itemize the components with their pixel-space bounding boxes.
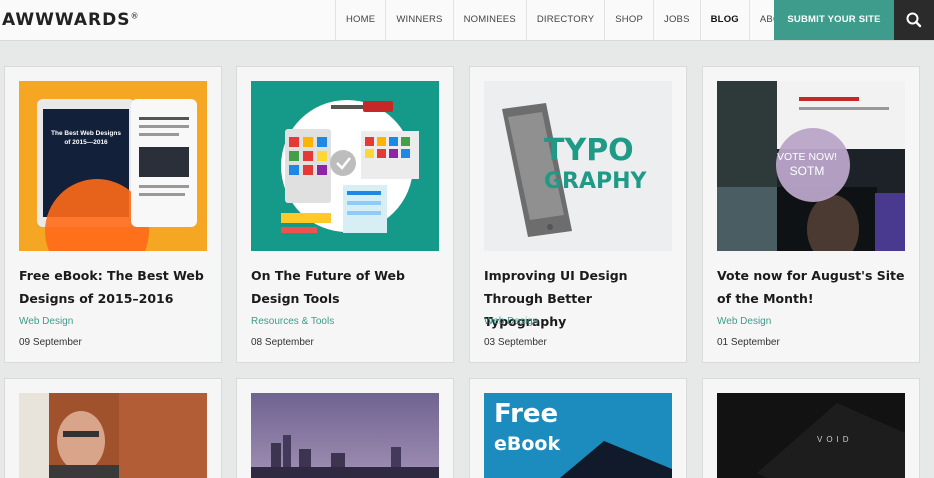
post-category[interactable]: Web Design	[19, 316, 73, 327]
void-thumbnail[interactable]: VOID	[717, 393, 905, 478]
post-date: 01 September	[717, 337, 780, 348]
blog-card[interactable]: On The Future of Web Design Tools Resour…	[236, 66, 454, 363]
design-tools-illustration	[281, 100, 419, 233]
design-tools-thumbnail[interactable]	[251, 81, 439, 251]
nav-directory[interactable]: DIRECTORY	[525, 0, 604, 40]
free-ebook-thumbnail[interactable]: Free eBook	[484, 393, 672, 478]
blog-card[interactable]: Free eBook	[469, 378, 687, 478]
post-title[interactable]: Free eBook: The Best Web Designs of 2015…	[19, 264, 211, 310]
nav-winners[interactable]: WINNERS	[385, 0, 452, 40]
submit-your-site-button[interactable]: SUBMIT YOUR SITE	[774, 0, 894, 40]
post-title[interactable]: Vote now for August's Site of the Month!	[717, 264, 909, 310]
post-category[interactable]: Resources & Tools	[251, 316, 334, 327]
nav-blog[interactable]: BLOG	[699, 0, 749, 40]
portrait-thumbnail[interactable]	[19, 393, 207, 478]
void-label: VOID	[817, 435, 853, 444]
blog-card[interactable]: VOTE NOW! SOTM Vote now for August's Sit…	[702, 66, 920, 363]
tablet-ebook-illustration	[37, 99, 197, 251]
void-dark-illustration	[757, 403, 905, 478]
city-night-thumbnail[interactable]	[251, 393, 439, 478]
post-category[interactable]: Web Design	[717, 316, 771, 327]
typography-thumbnail[interactable]: TYPO GRAPHY	[484, 81, 672, 251]
blog-card[interactable]: The Best Web Designs of 2015—2016 Free e…	[4, 66, 222, 363]
ebook-cover-title: The Best Web Designs of 2015—2016	[51, 130, 121, 146]
ebook-label: eBook	[494, 433, 561, 455]
top-navigation-bar: AWWWARDS® HOME WINNERS NOMINEES DIRECTOR…	[0, 0, 934, 41]
post-date: 03 September	[484, 337, 547, 348]
nav-home[interactable]: HOME	[335, 0, 385, 40]
post-category[interactable]: Web Design	[484, 316, 538, 327]
ebook-thumbnail[interactable]: The Best Web Designs of 2015—2016	[19, 81, 207, 251]
post-date: 09 September	[19, 337, 82, 348]
blog-card[interactable]	[236, 378, 454, 478]
graphy-word: GRAPHY	[544, 169, 647, 194]
post-date: 08 September	[251, 337, 314, 348]
search-icon	[906, 12, 922, 28]
sotm-label: SOTM	[789, 164, 825, 178]
city-skyline-illustration	[251, 393, 439, 478]
search-button[interactable]	[894, 0, 934, 40]
blog-card[interactable]	[4, 378, 222, 478]
nav-shop[interactable]: SHOP	[604, 0, 653, 40]
logo-registered-mark: ®	[130, 11, 140, 21]
portrait-photo-illustration	[19, 393, 207, 478]
blog-card[interactable]: VOID	[702, 378, 920, 478]
post-title[interactable]: On The Future of Web Design Tools	[251, 264, 443, 310]
vote-now-label: VOTE NOW!	[776, 151, 838, 163]
free-label: Free	[494, 399, 559, 429]
blog-card[interactable]: TYPO GRAPHY Improving UI Design Through …	[469, 66, 687, 363]
awwwards-logo[interactable]: AWWWARDS®	[2, 10, 140, 30]
sotm-thumbnail[interactable]: VOTE NOW! SOTM	[717, 81, 905, 251]
main-nav: HOME WINNERS NOMINEES DIRECTORY SHOP JOB…	[335, 0, 820, 40]
nav-jobs[interactable]: JOBS	[653, 0, 700, 40]
logo-text: AWWWARDS	[2, 10, 131, 30]
nav-nominees[interactable]: NOMINEES	[452, 0, 526, 40]
typo-word: TYPO	[544, 133, 634, 168]
